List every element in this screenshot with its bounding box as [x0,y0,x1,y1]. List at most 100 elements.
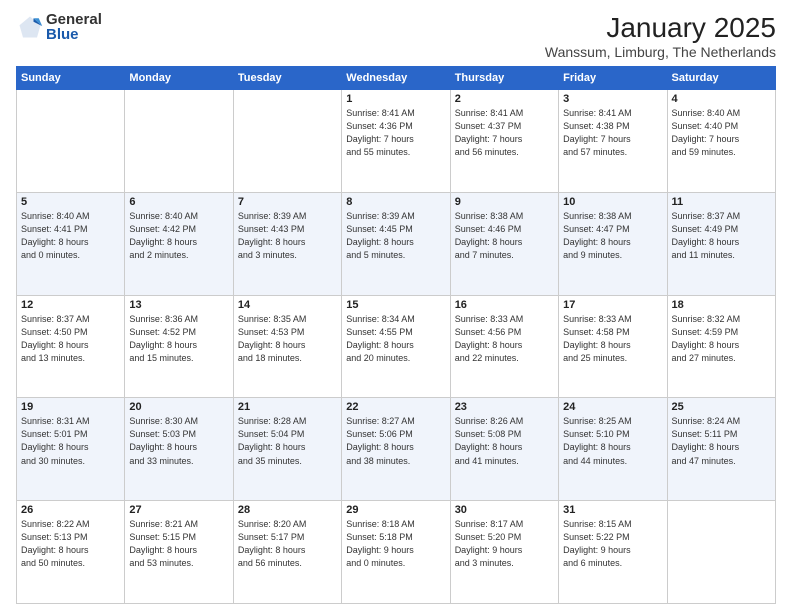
day-detail: Sunrise: 8:21 AM Sunset: 5:15 PM Dayligh… [129,518,228,570]
day-detail: Sunrise: 8:39 AM Sunset: 4:45 PM Dayligh… [346,210,445,262]
day-number: 28 [238,504,337,516]
day-cell [17,90,125,193]
logo-icon [16,13,44,41]
calendar-title: January 2025 [545,12,776,44]
day-detail: Sunrise: 8:25 AM Sunset: 5:10 PM Dayligh… [563,415,662,467]
day-cell: 4 Sunrise: 8:40 AM Sunset: 4:40 PM Daylig… [667,90,775,193]
day-detail: Sunrise: 8:26 AM Sunset: 5:08 PM Dayligh… [455,415,554,467]
day-cell: 7 Sunrise: 8:39 AM Sunset: 4:43 PM Daylig… [233,192,341,295]
title-block: January 2025 Wanssum, Limburg, The Nethe… [545,12,776,60]
day-cell: 27Sunrise: 8:21 AM Sunset: 5:15 PM Dayli… [125,501,233,604]
day-detail: Sunrise: 8:18 AM Sunset: 5:18 PM Dayligh… [346,518,445,570]
day-number: 26 [21,504,120,516]
day-cell: 11 Sunrise: 8:37 AM Sunset: 4:49 PM Dayli… [667,192,775,295]
week-row-3: 12 Sunrise: 8:37 AM Sunset: 4:50 PM Dayli… [17,295,776,398]
day-number: 7 [238,196,337,208]
day-detail: Sunrise: 8:41 AM Sunset: 4:38 PM Dayligh… [563,107,662,159]
logo-text: General Blue [46,12,102,42]
day-cell: 24 Sunrise: 8:25 AM Sunset: 5:10 PM Dayli… [559,398,667,501]
day-detail: Sunrise: 8:24 AM Sunset: 5:11 PM Dayligh… [672,415,771,467]
day-cell: 6Sunrise: 8:40 AM Sunset: 4:42 PM Daylig… [125,192,233,295]
day-cell: 28 Sunrise: 8:20 AM Sunset: 5:17 PM Dayli… [233,501,341,604]
day-detail: Sunrise: 8:37 AM Sunset: 4:49 PM Dayligh… [672,210,771,262]
day-number: 9 [455,196,554,208]
day-cell: 1 Sunrise: 8:41 AM Sunset: 4:36 PM Daylig… [342,90,450,193]
day-cell: 20 Sunrise: 8:30 AM Sunset: 5:03 PM Dayli… [125,398,233,501]
header: General Blue January 2025 Wanssum, Limbu… [16,12,776,60]
day-number: 30 [455,504,554,516]
day-number: 1 [346,93,445,105]
day-number: 13 [129,299,228,311]
col-wednesday: Wednesday [342,67,450,90]
day-number: 11 [672,196,771,208]
day-number: 20 [129,401,228,413]
day-cell: 8Sunrise: 8:39 AM Sunset: 4:45 PM Daylig… [342,192,450,295]
day-number: 14 [238,299,337,311]
week-row-2: 5Sunrise: 8:40 AM Sunset: 4:41 PM Daylig… [17,192,776,295]
day-detail: Sunrise: 8:15 AM Sunset: 5:22 PM Dayligh… [563,518,662,570]
day-detail: Sunrise: 8:41 AM Sunset: 4:37 PM Dayligh… [455,107,554,159]
day-cell: 12 Sunrise: 8:37 AM Sunset: 4:50 PM Dayli… [17,295,125,398]
day-number: 16 [455,299,554,311]
day-number: 21 [238,401,337,413]
day-cell: 31 Sunrise: 8:15 AM Sunset: 5:22 PM Dayli… [559,501,667,604]
week-row-5: 26 Sunrise: 8:22 AM Sunset: 5:13 PM Dayli… [17,501,776,604]
day-cell: 15 Sunrise: 8:34 AM Sunset: 4:55 PM Dayli… [342,295,450,398]
day-cell: 16Sunrise: 8:33 AM Sunset: 4:56 PM Dayli… [450,295,558,398]
day-number: 25 [672,401,771,413]
day-cell [233,90,341,193]
calendar-subtitle: Wanssum, Limburg, The Netherlands [545,44,776,60]
day-detail: Sunrise: 8:32 AM Sunset: 4:59 PM Dayligh… [672,313,771,365]
day-detail: Sunrise: 8:37 AM Sunset: 4:50 PM Dayligh… [21,313,120,365]
day-cell [667,501,775,604]
logo-blue: Blue [46,27,102,42]
day-detail: Sunrise: 8:40 AM Sunset: 4:40 PM Dayligh… [672,107,771,159]
day-cell: 22Sunrise: 8:27 AM Sunset: 5:06 PM Dayli… [342,398,450,501]
col-monday: Monday [125,67,233,90]
day-detail: Sunrise: 8:34 AM Sunset: 4:55 PM Dayligh… [346,313,445,365]
day-detail: Sunrise: 8:28 AM Sunset: 5:04 PM Dayligh… [238,415,337,467]
day-number: 24 [563,401,662,413]
day-detail: Sunrise: 8:41 AM Sunset: 4:36 PM Dayligh… [346,107,445,159]
col-thursday: Thursday [450,67,558,90]
week-row-1: 1 Sunrise: 8:41 AM Sunset: 4:36 PM Daylig… [17,90,776,193]
day-detail: Sunrise: 8:39 AM Sunset: 4:43 PM Dayligh… [238,210,337,262]
day-cell: 26 Sunrise: 8:22 AM Sunset: 5:13 PM Dayli… [17,501,125,604]
day-cell: 25 Sunrise: 8:24 AM Sunset: 5:11 PM Dayli… [667,398,775,501]
col-friday: Friday [559,67,667,90]
col-tuesday: Tuesday [233,67,341,90]
day-number: 3 [563,93,662,105]
day-number: 10 [563,196,662,208]
day-number: 15 [346,299,445,311]
day-cell: 18 Sunrise: 8:32 AM Sunset: 4:59 PM Dayli… [667,295,775,398]
day-cell: 19 Sunrise: 8:31 AM Sunset: 5:01 PM Dayli… [17,398,125,501]
day-cell: 10 Sunrise: 8:38 AM Sunset: 4:47 PM Dayli… [559,192,667,295]
day-cell: 14Sunrise: 8:35 AM Sunset: 4:53 PM Dayli… [233,295,341,398]
day-cell: 9Sunrise: 8:38 AM Sunset: 4:46 PM Daylig… [450,192,558,295]
header-row: Sunday Monday Tuesday Wednesday Thursday… [17,67,776,90]
day-detail: Sunrise: 8:33 AM Sunset: 4:58 PM Dayligh… [563,313,662,365]
day-detail: Sunrise: 8:36 AM Sunset: 4:52 PM Dayligh… [129,313,228,365]
day-number: 12 [21,299,120,311]
day-cell: 17Sunrise: 8:33 AM Sunset: 4:58 PM Dayli… [559,295,667,398]
day-detail: Sunrise: 8:30 AM Sunset: 5:03 PM Dayligh… [129,415,228,467]
day-number: 5 [21,196,120,208]
day-detail: Sunrise: 8:38 AM Sunset: 4:47 PM Dayligh… [563,210,662,262]
logo: General Blue [16,12,102,42]
day-detail: Sunrise: 8:40 AM Sunset: 4:42 PM Dayligh… [129,210,228,262]
page: General Blue January 2025 Wanssum, Limbu… [0,0,792,612]
day-cell: 3 Sunrise: 8:41 AM Sunset: 4:38 PM Daylig… [559,90,667,193]
col-sunday: Sunday [17,67,125,90]
day-number: 18 [672,299,771,311]
day-detail: Sunrise: 8:17 AM Sunset: 5:20 PM Dayligh… [455,518,554,570]
day-number: 2 [455,93,554,105]
logo-general: General [46,12,102,27]
day-number: 29 [346,504,445,516]
day-number: 31 [563,504,662,516]
day-number: 4 [672,93,771,105]
day-cell: 30 Sunrise: 8:17 AM Sunset: 5:20 PM Dayli… [450,501,558,604]
day-detail: Sunrise: 8:20 AM Sunset: 5:17 PM Dayligh… [238,518,337,570]
day-number: 19 [21,401,120,413]
day-detail: Sunrise: 8:22 AM Sunset: 5:13 PM Dayligh… [21,518,120,570]
day-detail: Sunrise: 8:31 AM Sunset: 5:01 PM Dayligh… [21,415,120,467]
